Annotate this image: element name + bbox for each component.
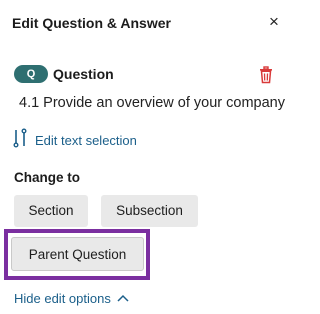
subsection-button[interactable]: Subsection <box>101 195 198 227</box>
question-badge: Q <box>14 65 48 83</box>
hide-edit-options-label: Hide edit options <box>14 290 111 306</box>
change-to-heading: Change to <box>14 170 80 185</box>
edit-text-selection-label: Edit text selection <box>35 132 137 148</box>
close-icon[interactable]: × <box>266 12 282 32</box>
panel-title: Edit Question & Answer <box>12 15 171 31</box>
chevron-up-icon <box>111 289 129 307</box>
edit-text-selection-link[interactable]: Edit text selection <box>13 128 137 153</box>
question-type-label: Question <box>53 66 114 82</box>
hide-edit-options-link[interactable]: Hide edit options <box>14 289 129 307</box>
section-button[interactable]: Section <box>14 195 88 227</box>
question-text: 4.1 Provide an overview of your company <box>19 95 285 111</box>
text-selection-icon <box>13 128 29 153</box>
delete-icon[interactable] <box>258 66 274 84</box>
parent-question-button[interactable]: Parent Question <box>11 237 144 271</box>
